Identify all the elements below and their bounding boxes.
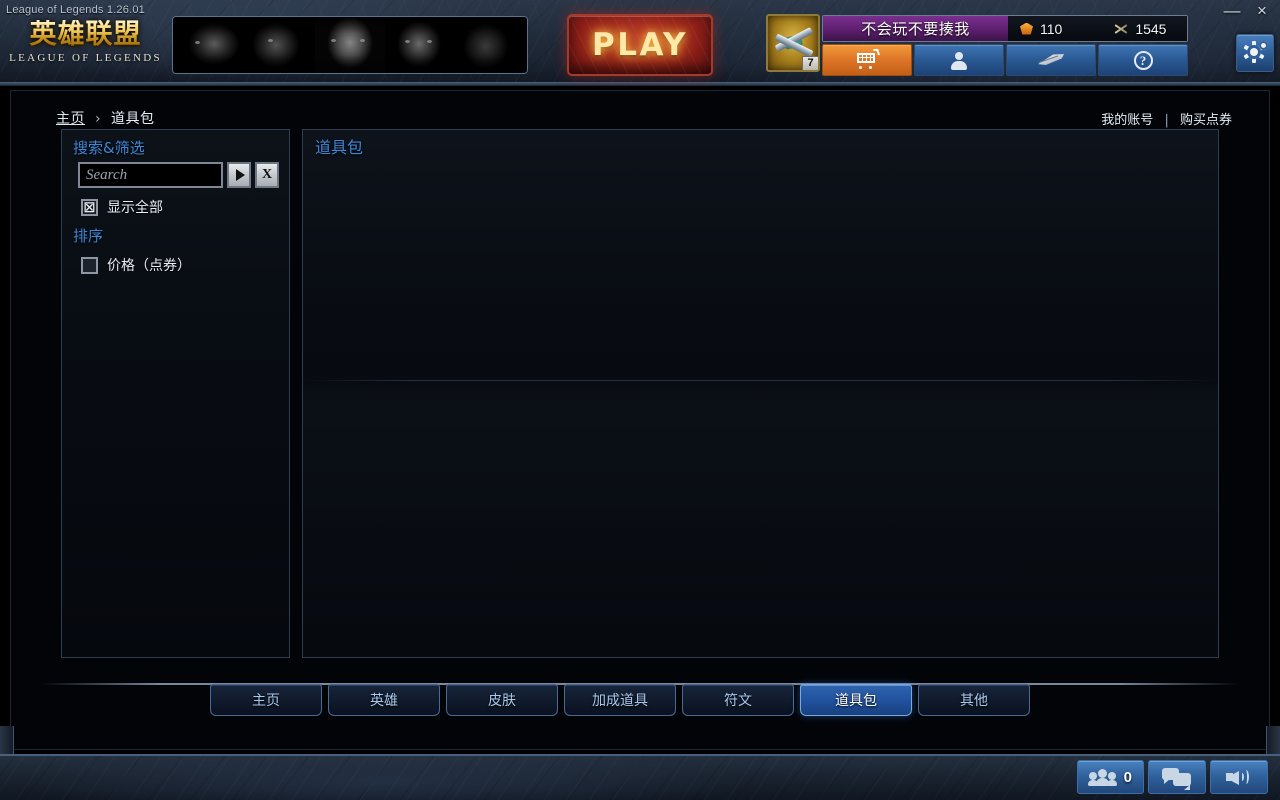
store-category-tabs: 主页 英雄 皮肤 加成道具 符文 道具包 其他	[210, 684, 1030, 716]
chat-bubbles-icon	[1162, 767, 1192, 790]
champion-face-5	[456, 17, 527, 73]
tab-boosts[interactable]: 加成道具	[564, 684, 676, 716]
search-input[interactable]	[78, 162, 223, 188]
search-filter-heading: 搜索&筛选	[73, 139, 145, 157]
bundles-content-panel: 道具包	[302, 129, 1219, 658]
settings-button[interactable]	[1236, 34, 1274, 72]
search-clear-button[interactable]: X	[255, 162, 279, 188]
rp-value: 110	[1040, 20, 1063, 37]
header-nav-buttons: ?	[822, 44, 1188, 76]
summoner-level-badge: 7	[802, 56, 818, 70]
tab-champions[interactable]: 英雄	[328, 684, 440, 716]
runes-button[interactable]	[1006, 44, 1096, 76]
help-button[interactable]: ?	[1098, 44, 1188, 76]
summoner-name: 不会玩不要揍我	[861, 20, 970, 38]
chat-button[interactable]	[1148, 760, 1206, 794]
speaker-icon	[1226, 768, 1252, 786]
close-icon[interactable]: ×	[1252, 2, 1272, 22]
shopping-cart-icon	[856, 49, 880, 69]
summoner-icon[interactable]: 7	[766, 14, 820, 72]
show-all-label: 显示全部	[107, 200, 163, 216]
logo-chinese-text: 英雄联盟	[8, 20, 163, 50]
rp-currency: 110	[1020, 21, 1062, 37]
breadcrumb: 主页 › 道具包	[56, 108, 155, 128]
logo-english-text: LEAGUE OF LEGENDS	[9, 52, 162, 64]
volume-button[interactable]	[1210, 760, 1268, 794]
tab-runes[interactable]: 符文	[682, 684, 794, 716]
friends-group-icon	[1087, 768, 1117, 786]
lol-logo: 英雄联盟 LEAGUE OF LEGENDS	[8, 20, 163, 72]
buy-rp-link[interactable]: 购买点券	[1180, 113, 1232, 128]
content-title: 道具包	[315, 138, 364, 157]
minimize-icon[interactable]: —	[1222, 2, 1242, 22]
tab-bundles[interactable]: 道具包	[800, 684, 912, 716]
breadcrumb-separator: ›	[94, 111, 102, 127]
champion-face-4	[385, 17, 457, 73]
friends-count: 0	[1123, 768, 1132, 786]
tab-other[interactable]: 其他	[918, 684, 1030, 716]
lol-client-window: League of Legends 1.26.01 — × 英雄联盟 LEAGU…	[0, 0, 1280, 800]
champion-face-1	[173, 17, 244, 73]
account-links: 我的账号 | 购买点券	[1101, 109, 1232, 128]
summoner-nameplate: 不会玩不要揍我 110 1545	[822, 15, 1188, 42]
search-submit-button[interactable]	[227, 162, 251, 188]
content-divider	[303, 380, 1218, 381]
status-bar-buttons: 0	[1076, 760, 1268, 794]
ip-currency: 1545	[1114, 21, 1166, 37]
champion-splash-banner	[172, 16, 528, 74]
filter-sidebar: 搜索&筛选 X ☒ 显示全部 排序 价格（点券）	[61, 129, 290, 658]
champion-faces	[173, 17, 527, 73]
play-button[interactable]: PLAY	[567, 14, 713, 76]
tab-skins[interactable]: 皮肤	[446, 684, 558, 716]
tab-home[interactable]: 主页	[210, 684, 322, 716]
window-title: League of Legends 1.26.01	[6, 4, 145, 16]
play-button-label: PLAY	[592, 27, 688, 63]
sort-price-checkbox[interactable]	[81, 256, 98, 274]
sort-price-checkbox-row[interactable]: 价格（点券）	[81, 255, 191, 275]
champion-face-3	[314, 17, 386, 73]
person-icon	[950, 51, 968, 70]
show-all-checkbox-row[interactable]: ☒ 显示全部	[81, 197, 163, 217]
my-account-link[interactable]: 我的账号	[1101, 113, 1153, 128]
profile-button[interactable]	[914, 44, 1004, 76]
sort-price-label: 价格（点券）	[107, 258, 191, 274]
store-button[interactable]	[822, 44, 912, 76]
champion-face-2	[243, 17, 315, 73]
question-mark-icon: ?	[1133, 50, 1153, 70]
rp-gem-icon	[1020, 22, 1033, 35]
show-all-checkbox[interactable]: ☒	[81, 198, 98, 216]
breadcrumb-home[interactable]: 主页	[56, 111, 85, 127]
quill-icon	[1038, 53, 1064, 67]
search-row: X	[78, 162, 279, 188]
breadcrumb-current: 道具包	[111, 111, 155, 127]
account-links-separator: |	[1164, 113, 1169, 128]
currency-box: 110 1545	[1008, 16, 1187, 41]
ip-crossed-swords-icon	[1114, 23, 1128, 35]
summoner-name-box[interactable]: 不会玩不要揍我	[823, 16, 1008, 41]
ip-value: 1545	[1135, 20, 1167, 37]
window-controls: — ×	[1222, 2, 1272, 22]
gear-icon	[1243, 41, 1268, 63]
sort-heading: 排序	[73, 227, 104, 245]
play-button-wrapper: PLAY	[567, 14, 713, 76]
friends-button[interactable]: 0	[1076, 760, 1144, 794]
